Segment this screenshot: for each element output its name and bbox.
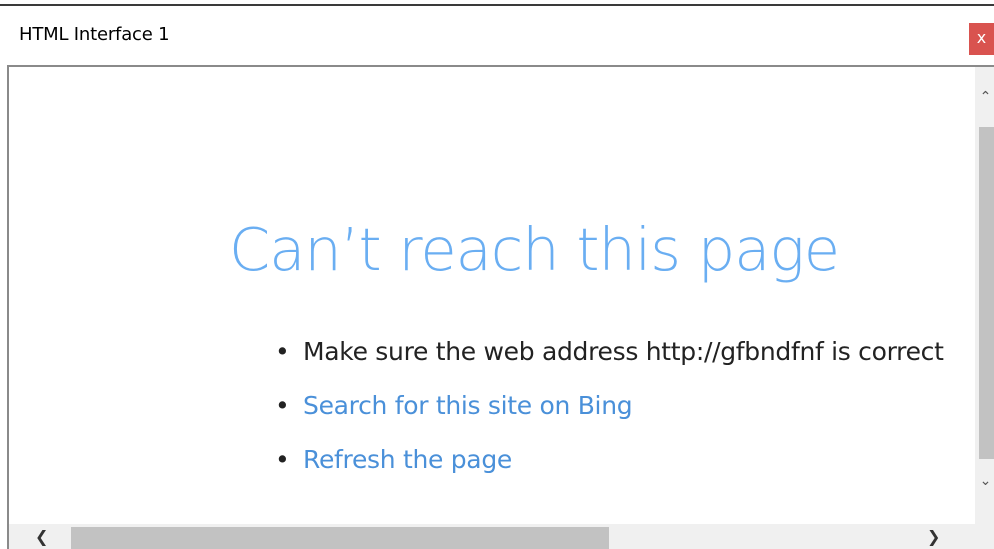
chevron-right-icon[interactable]: ❯ [927, 527, 940, 546]
search-bing-link[interactable]: Search for this site on Bing [303, 391, 633, 420]
window-title: HTML Interface 1 [19, 24, 170, 45]
horizontal-scrollbar[interactable]: ❮ ❯ [9, 524, 975, 549]
tip-text: Make sure the web address http://gfbndfn… [303, 337, 944, 366]
browser-frame: Can’t reach this page • Make sure the we… [7, 65, 994, 549]
vertical-scroll-thumb[interactable] [979, 127, 994, 459]
chevron-left-icon[interactable]: ❮ [35, 527, 48, 546]
page-content: Can’t reach this page • Make sure the we… [9, 67, 975, 524]
vertical-scrollbar[interactable]: ⌃ ⌄ [975, 67, 994, 524]
error-headline: Can’t reach this page [229, 215, 840, 284]
close-icon: x [976, 28, 987, 47]
horizontal-scroll-thumb[interactable] [71, 527, 609, 549]
bullet-icon: • [275, 337, 290, 366]
close-button[interactable]: x [969, 23, 994, 55]
chevron-down-icon[interactable]: ⌄ [975, 473, 994, 495]
bullet-icon: • [275, 445, 290, 474]
bullet-icon: • [275, 391, 290, 420]
scrollbar-corner [975, 524, 994, 549]
window-top-border [0, 4, 994, 6]
refresh-page-link[interactable]: Refresh the page [303, 445, 512, 474]
chevron-up-icon[interactable]: ⌃ [975, 89, 994, 111]
